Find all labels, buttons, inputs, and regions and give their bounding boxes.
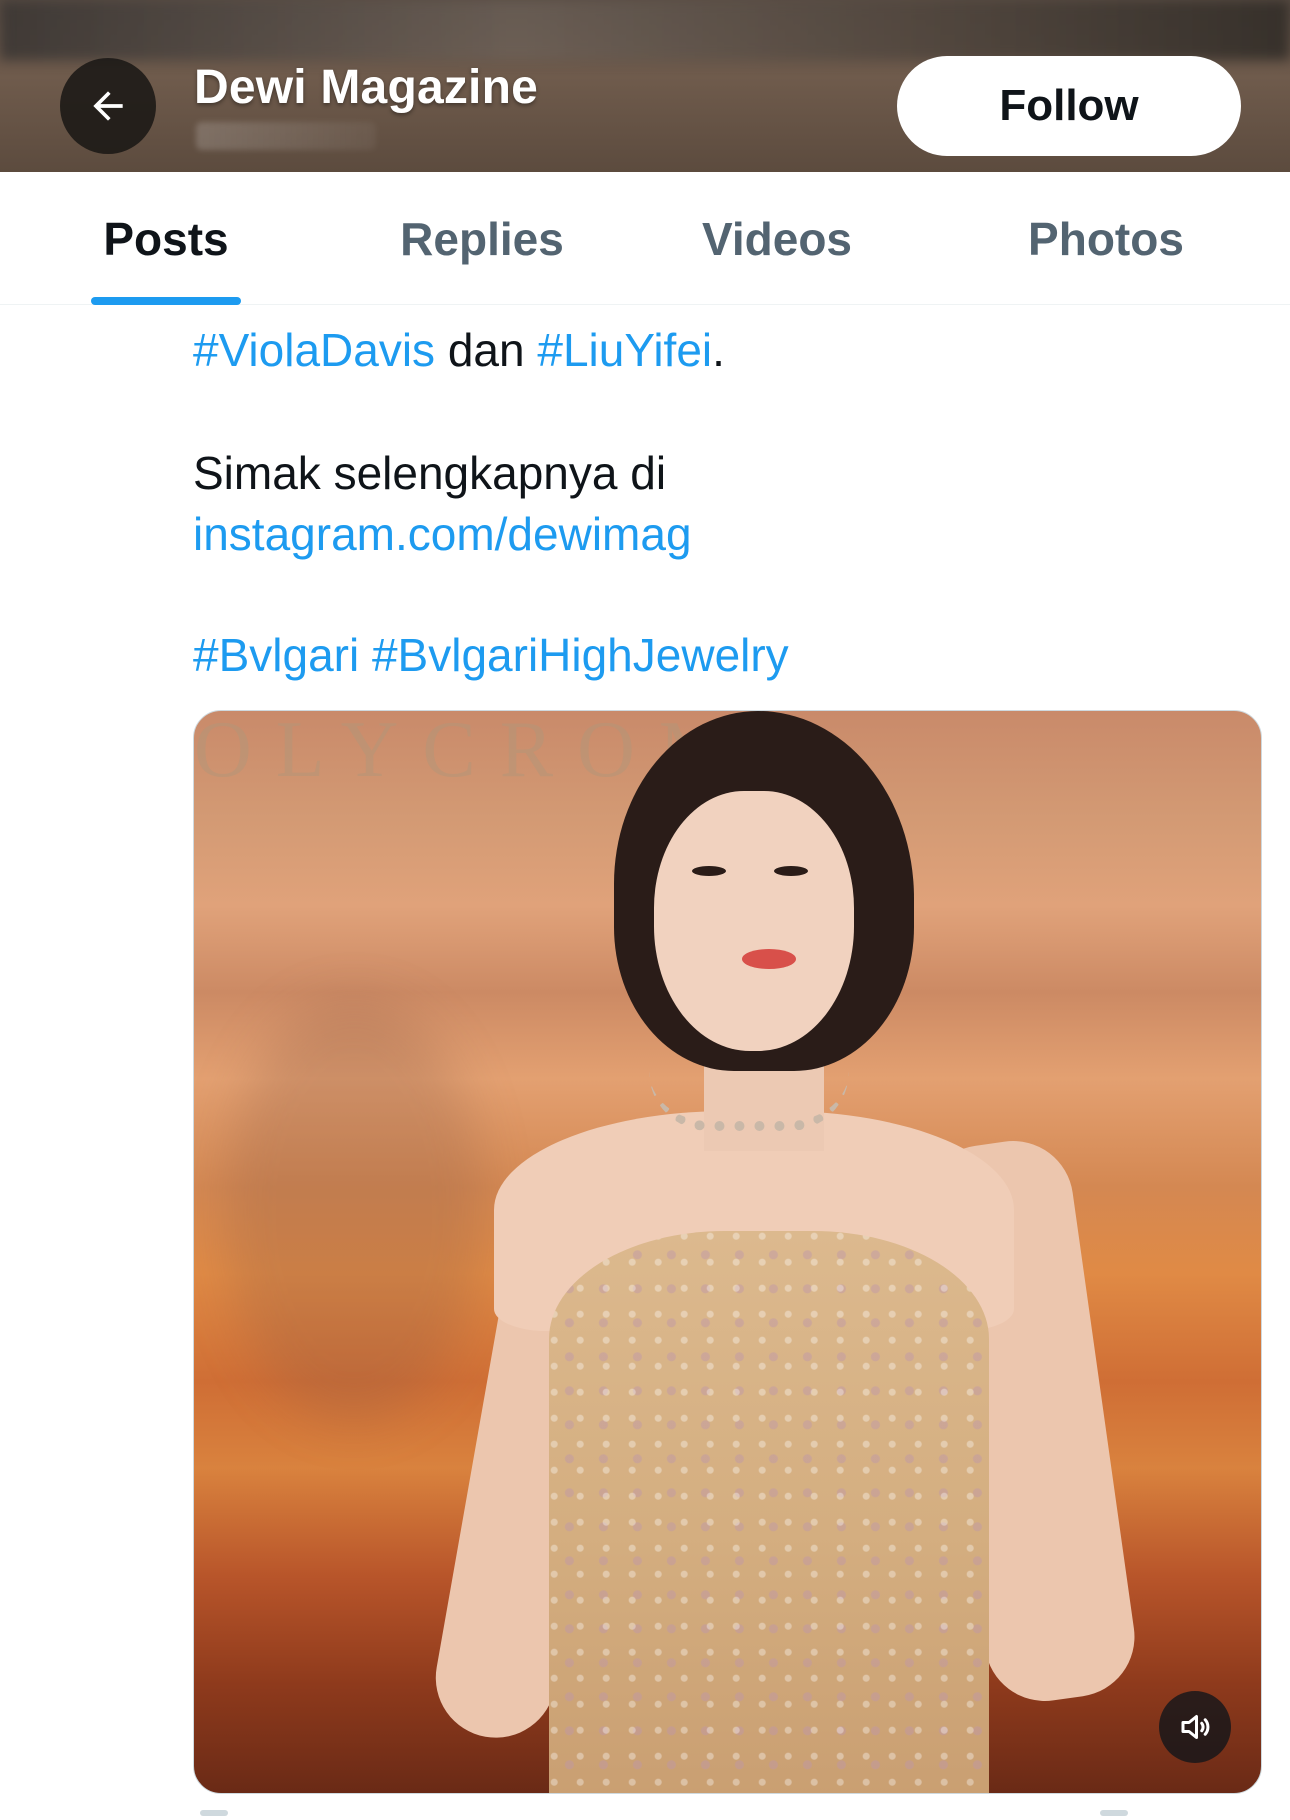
mute-toggle-button[interactable] — [1159, 1691, 1231, 1763]
hashtag-link[interactable]: #LiuYifei — [537, 324, 712, 376]
woman-lips — [742, 949, 796, 969]
speaker-muted-icon — [1181, 1715, 1210, 1739]
share-icon-stub — [1100, 1810, 1128, 1816]
jewel-necklace — [649, 1071, 849, 1131]
reply-icon-stub — [200, 1810, 228, 1816]
back-button[interactable] — [60, 58, 156, 154]
woman-eye — [692, 866, 726, 876]
tab-photos[interactable]: Photos — [922, 172, 1290, 305]
tab-label: Photos — [1028, 212, 1184, 265]
post-content: #ViolaDavis dan #LiuYifei. Simak selengk… — [0, 305, 1290, 1820]
tab-replies[interactable]: Replies — [332, 172, 632, 305]
profile-screen: Dewi Magazine Follow Posts Replies Video… — [0, 0, 1290, 1820]
post-video[interactable]: OLYCROMA — [193, 710, 1262, 1794]
woman-face — [654, 791, 854, 1051]
arrow-left-icon — [93, 91, 123, 121]
hashtag-link[interactable]: #ViolaDavis — [193, 324, 435, 376]
post-text-line: #ViolaDavis dan #LiuYifei. — [193, 319, 725, 381]
follow-button[interactable]: Follow — [897, 56, 1241, 156]
post-count-blurred — [196, 122, 376, 150]
action-bar-stub — [200, 1810, 1128, 1820]
instagram-link[interactable]: instagram.com/dewimag — [193, 503, 692, 565]
woman-eye — [774, 866, 808, 876]
hashtags-line[interactable]: #Bvlgari #BvlgariHighJewelry — [193, 624, 789, 686]
post-text: . — [712, 324, 725, 376]
tab-label: Replies — [400, 212, 564, 265]
sequined-dress — [549, 1231, 989, 1793]
profile-name: Dewi Magazine — [194, 61, 539, 114]
post-text-line: Simak selengkapnya di — [193, 447, 667, 499]
active-tab-indicator — [91, 297, 241, 305]
tab-videos[interactable]: Videos — [632, 172, 922, 305]
tab-label: Posts — [103, 212, 229, 265]
tab-label: Videos — [702, 212, 852, 265]
profile-tabs: Posts Replies Videos Photos — [0, 172, 1290, 305]
profile-header: Dewi Magazine Follow — [0, 0, 1290, 172]
tab-posts[interactable]: Posts — [0, 172, 332, 305]
post-text: dan — [435, 324, 538, 376]
background-shadow — [224, 1001, 484, 1421]
